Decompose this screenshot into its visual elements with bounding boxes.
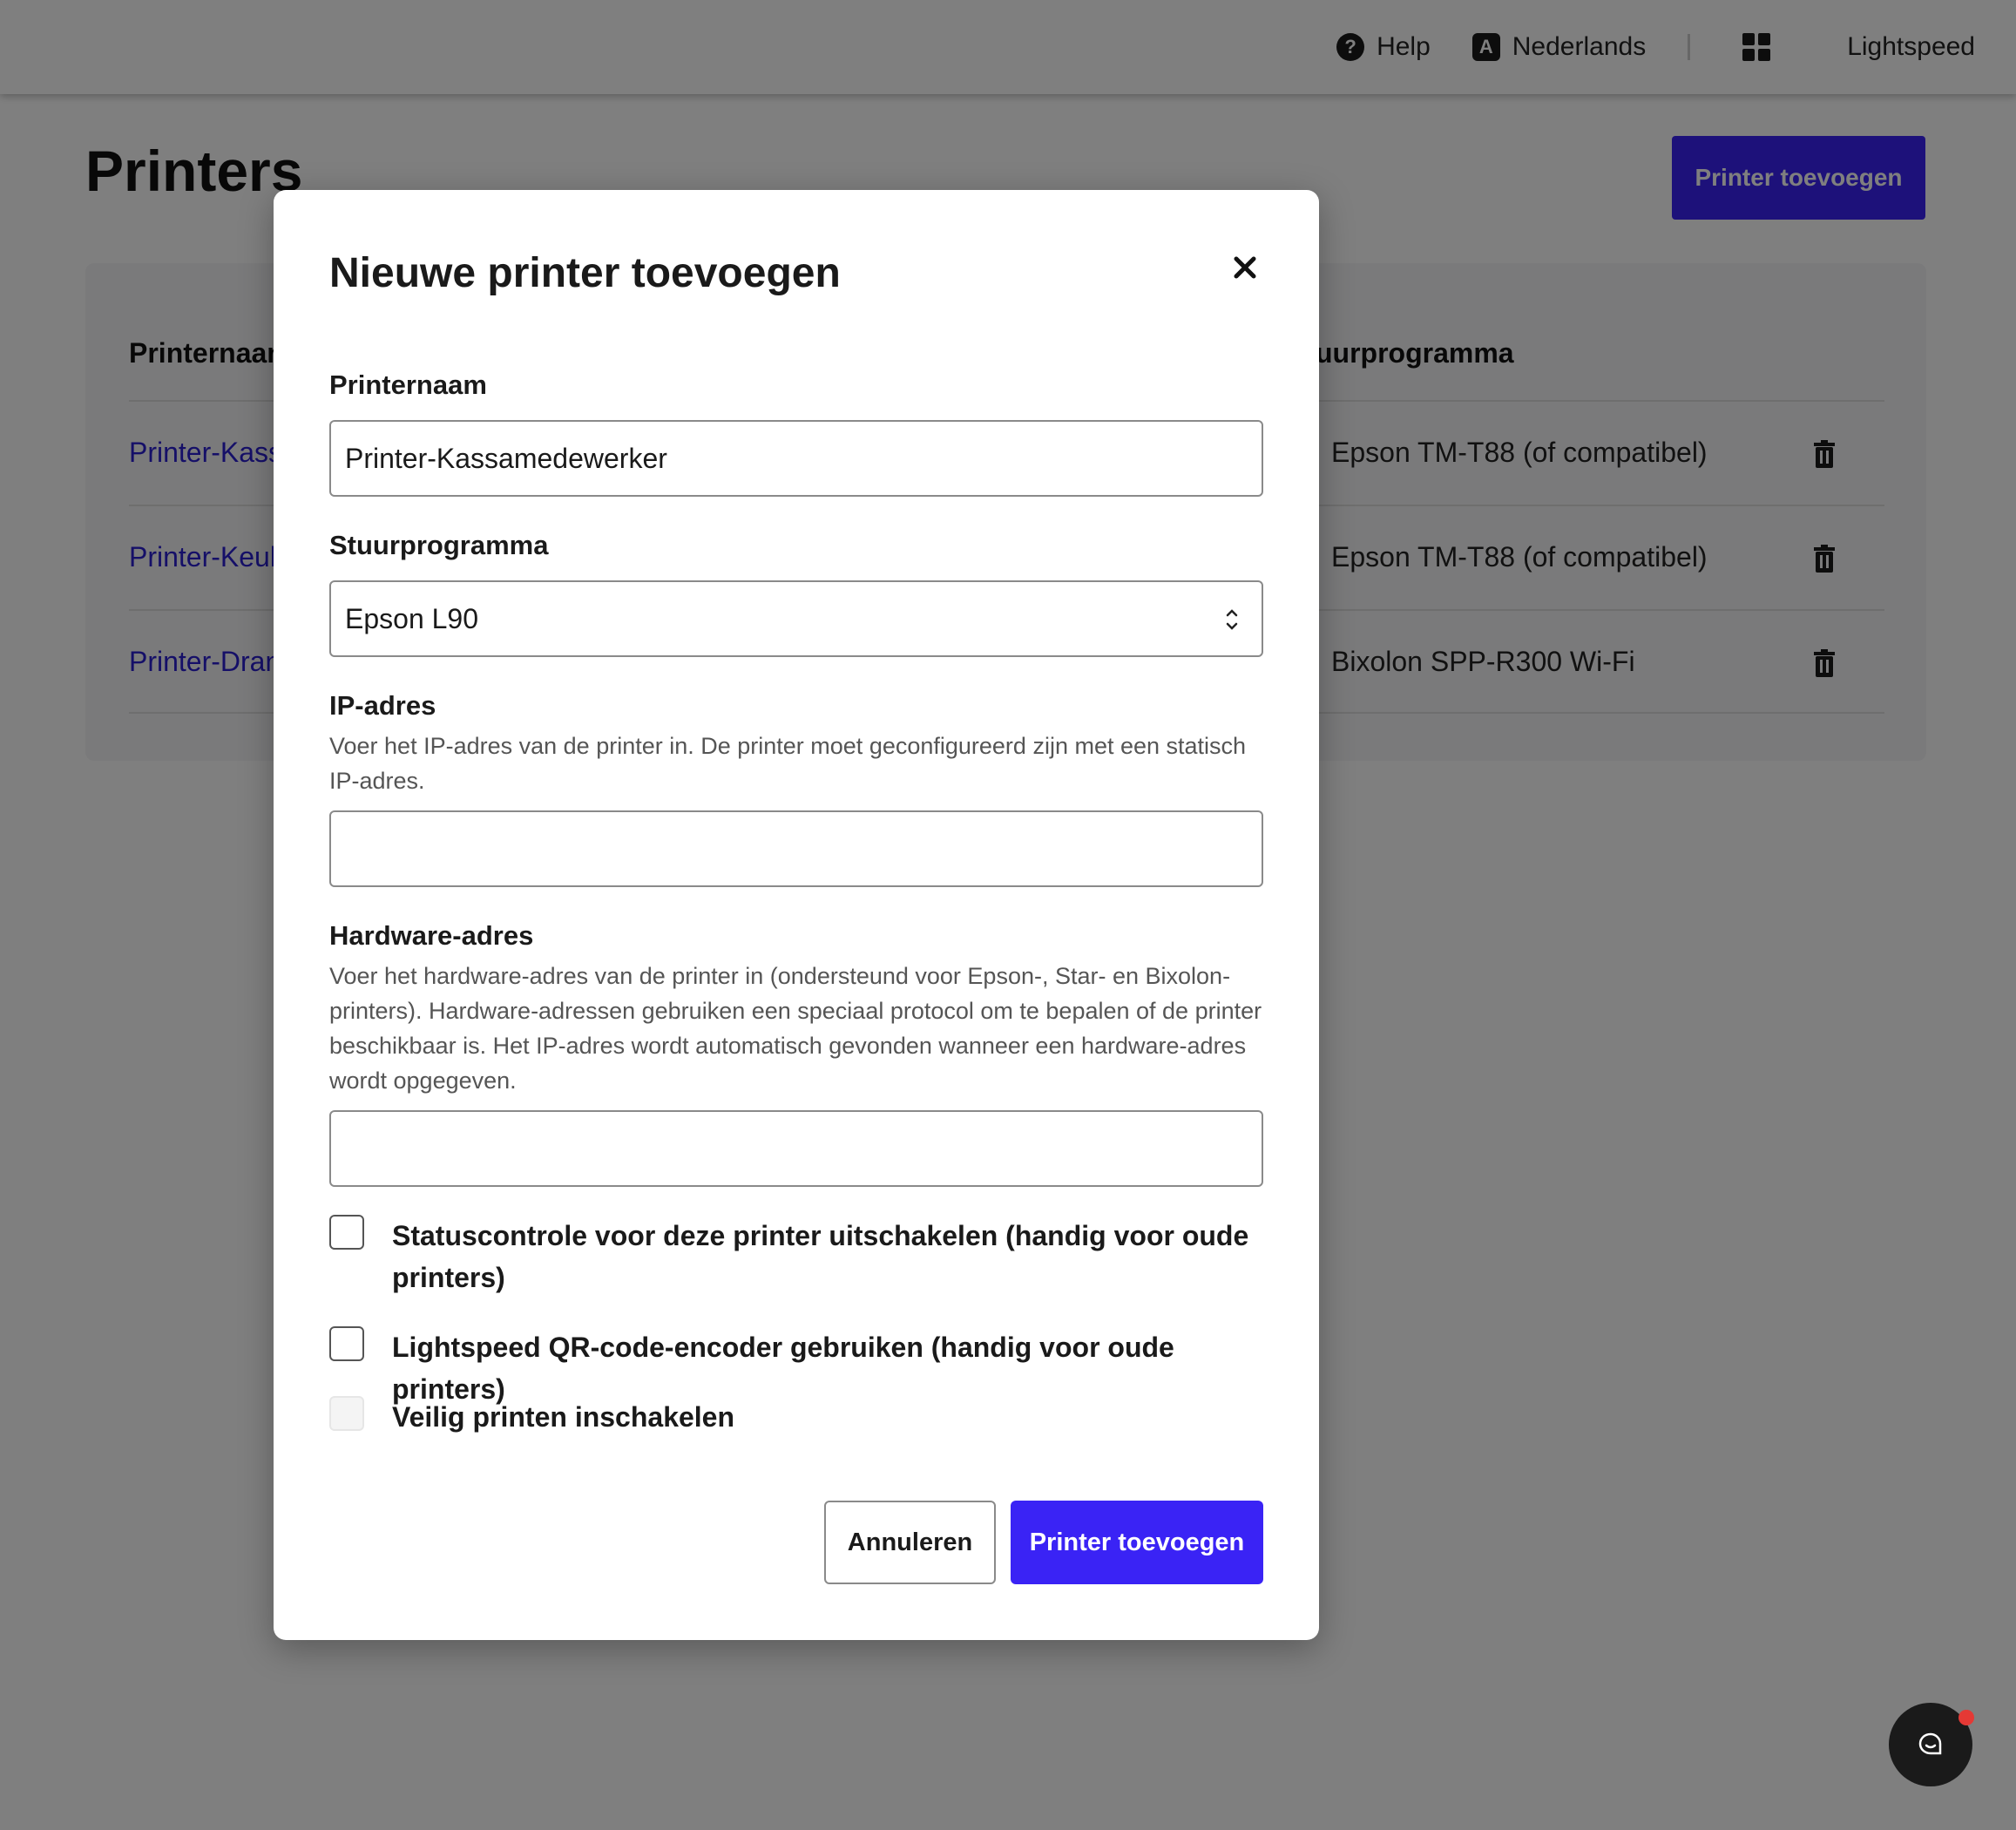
close-button[interactable] (1223, 246, 1267, 289)
hardware-address-input[interactable] (329, 1110, 1263, 1187)
ip-address-label: IP-adres (329, 690, 436, 721)
close-icon (1234, 256, 1256, 279)
submit-add-printer-button[interactable]: Printer toevoegen (1011, 1501, 1263, 1584)
printer-name-input[interactable] (329, 420, 1263, 497)
chevron-up-down-icon (1226, 609, 1238, 630)
printer-name-label: Printernaam (329, 369, 487, 400)
hardware-address-help: Voer het hardware-adres van de printer i… (329, 963, 1262, 1094)
driver-selected-value: Epson L90 (345, 602, 479, 634)
cancel-button[interactable]: Annuleren (824, 1501, 996, 1584)
driver-select[interactable]: Epson L90 (329, 580, 1263, 657)
secure-printing-checkbox (329, 1396, 364, 1431)
notification-dot (1958, 1710, 1974, 1725)
secure-printing-label: Veilig printen inschakelen (392, 1401, 735, 1433)
driver-label: Stuurprogramma (329, 530, 549, 560)
ip-address-input[interactable] (329, 810, 1263, 887)
disable-status-check-checkbox[interactable] (329, 1215, 364, 1250)
add-printer-dialog: Nieuwe printer toevoegen Printernaam Stu… (274, 190, 1319, 1640)
disable-status-check-label[interactable]: Statuscontrole voor deze printer uitscha… (392, 1215, 1263, 1298)
hardware-address-label: Hardware-adres (329, 920, 534, 951)
ip-address-help: Voer het IP-adres van de printer in. De … (329, 733, 1247, 794)
dialog-title: Nieuwe printer toevoegen (329, 250, 841, 296)
chat-icon (1918, 1732, 1942, 1755)
qr-encoder-checkbox[interactable] (329, 1326, 364, 1361)
